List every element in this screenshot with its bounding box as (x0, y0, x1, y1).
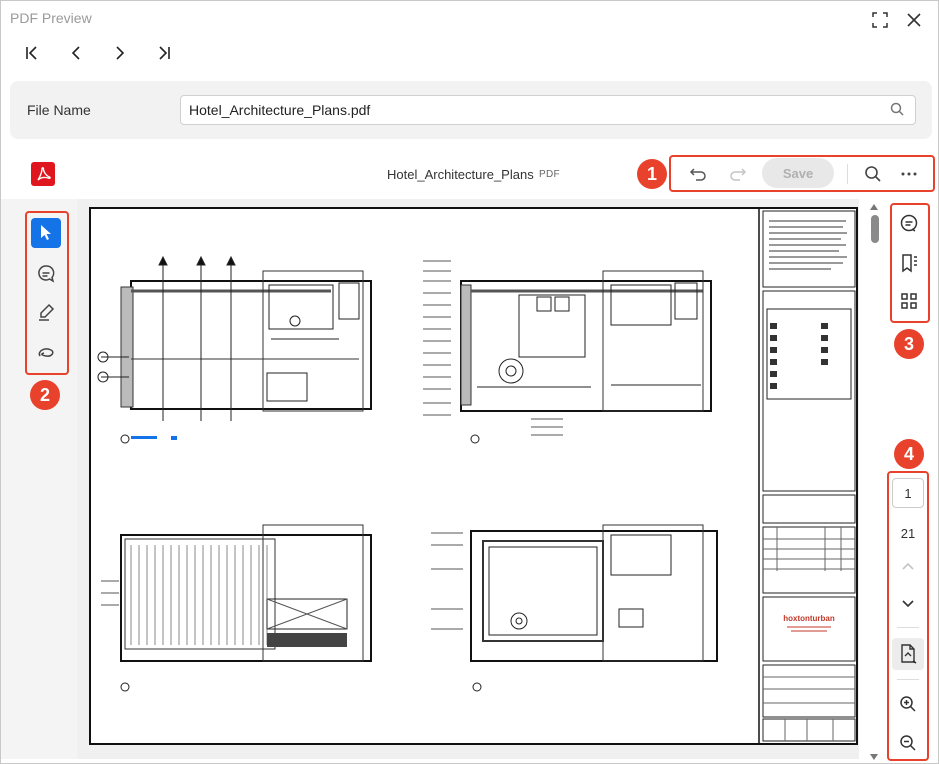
document-type: PDF (539, 169, 560, 180)
more-options-icon[interactable] (896, 161, 922, 187)
last-page-icon[interactable] (152, 41, 176, 65)
zoom-out-icon[interactable] (895, 730, 921, 756)
callout-badge-3: 3 (894, 329, 924, 359)
total-pages: 21 (900, 525, 916, 541)
pdf-preview-window: PDF Preview File Name Hotel_Architecture… (0, 0, 939, 764)
current-page-field[interactable]: 1 (892, 478, 924, 508)
callout-badge-2: 2 (30, 380, 60, 410)
page-controls-divider (897, 627, 919, 628)
scroll-up-arrow-icon[interactable] (868, 202, 880, 212)
select-tool-icon[interactable] (31, 218, 61, 248)
page-controls-highlight (887, 471, 929, 761)
page-up-chevron-icon[interactable] (895, 555, 921, 577)
search-icon[interactable] (890, 102, 906, 118)
close-icon[interactable] (903, 9, 925, 31)
redo-icon[interactable] (725, 161, 751, 187)
draw-tool-icon[interactable] (31, 338, 61, 368)
highlight-pen-icon[interactable] (31, 297, 61, 327)
thumbnails-grid-icon[interactable] (895, 287, 923, 315)
pdf-page: hoxtonturban (89, 207, 858, 745)
scrollbar-thumb[interactable] (871, 215, 879, 243)
comment-tool-icon[interactable] (31, 259, 61, 289)
file-name-label: File Name (27, 102, 91, 118)
callout-badge-4: 4 (894, 439, 924, 469)
first-page-icon[interactable] (20, 41, 44, 65)
scroll-down-arrow-icon[interactable] (868, 752, 880, 762)
save-button[interactable]: Save (762, 158, 834, 188)
fullscreen-icon[interactable] (869, 9, 891, 31)
page-down-chevron-icon[interactable] (895, 593, 921, 615)
next-page-icon[interactable] (108, 41, 132, 65)
file-name-panel: File Name (10, 81, 932, 139)
search-icon[interactable] (860, 161, 886, 187)
zoom-divider (897, 679, 919, 680)
comments-panel-icon[interactable] (895, 209, 923, 237)
vertical-scrollbar[interactable] (867, 199, 881, 764)
architectural-drawing: hoxtonturban (97, 209, 856, 743)
zoom-in-icon[interactable] (895, 691, 921, 717)
bookmark-icon[interactable] (895, 249, 923, 277)
undo-icon[interactable] (685, 161, 711, 187)
page-display-mode-icon[interactable] (892, 638, 924, 670)
title-bar: PDF Preview (1, 1, 938, 37)
toolbar-divider (847, 164, 848, 184)
pdf-logo-icon (31, 162, 55, 186)
document-title: Hotel_Architecture_Plans (387, 167, 534, 182)
callout-badge-1: 1 (637, 159, 667, 189)
file-name-input[interactable] (180, 95, 916, 125)
previous-page-icon[interactable] (64, 41, 88, 65)
svg-text:hoxtonturban: hoxtonturban (783, 614, 835, 623)
window-title: PDF Preview (10, 10, 92, 26)
